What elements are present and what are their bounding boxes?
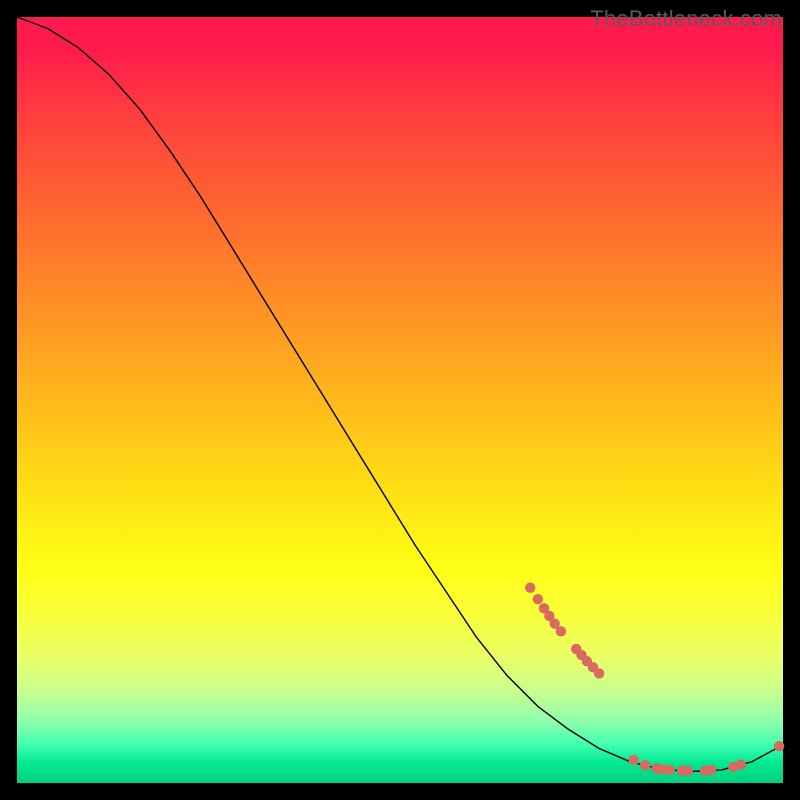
- data-dot: [533, 594, 543, 604]
- data-dot: [594, 668, 604, 678]
- data-dot: [706, 765, 716, 775]
- watermark-text: TheBottleneck.com: [590, 6, 782, 32]
- data-dot: [556, 626, 566, 636]
- valley-dot-cluster: [628, 755, 746, 776]
- data-dot: [525, 582, 535, 592]
- curve-line: [17, 17, 783, 772]
- data-dot: [664, 765, 674, 775]
- chart-svg: [17, 17, 783, 783]
- data-dot: [683, 766, 693, 776]
- data-dot: [640, 760, 650, 770]
- data-dot: [774, 741, 784, 751]
- end-dot: [774, 741, 784, 751]
- chart-gradient-area: [17, 17, 783, 783]
- upper-dot-cluster: [525, 582, 604, 678]
- data-dot: [628, 755, 638, 765]
- data-dot: [736, 759, 746, 769]
